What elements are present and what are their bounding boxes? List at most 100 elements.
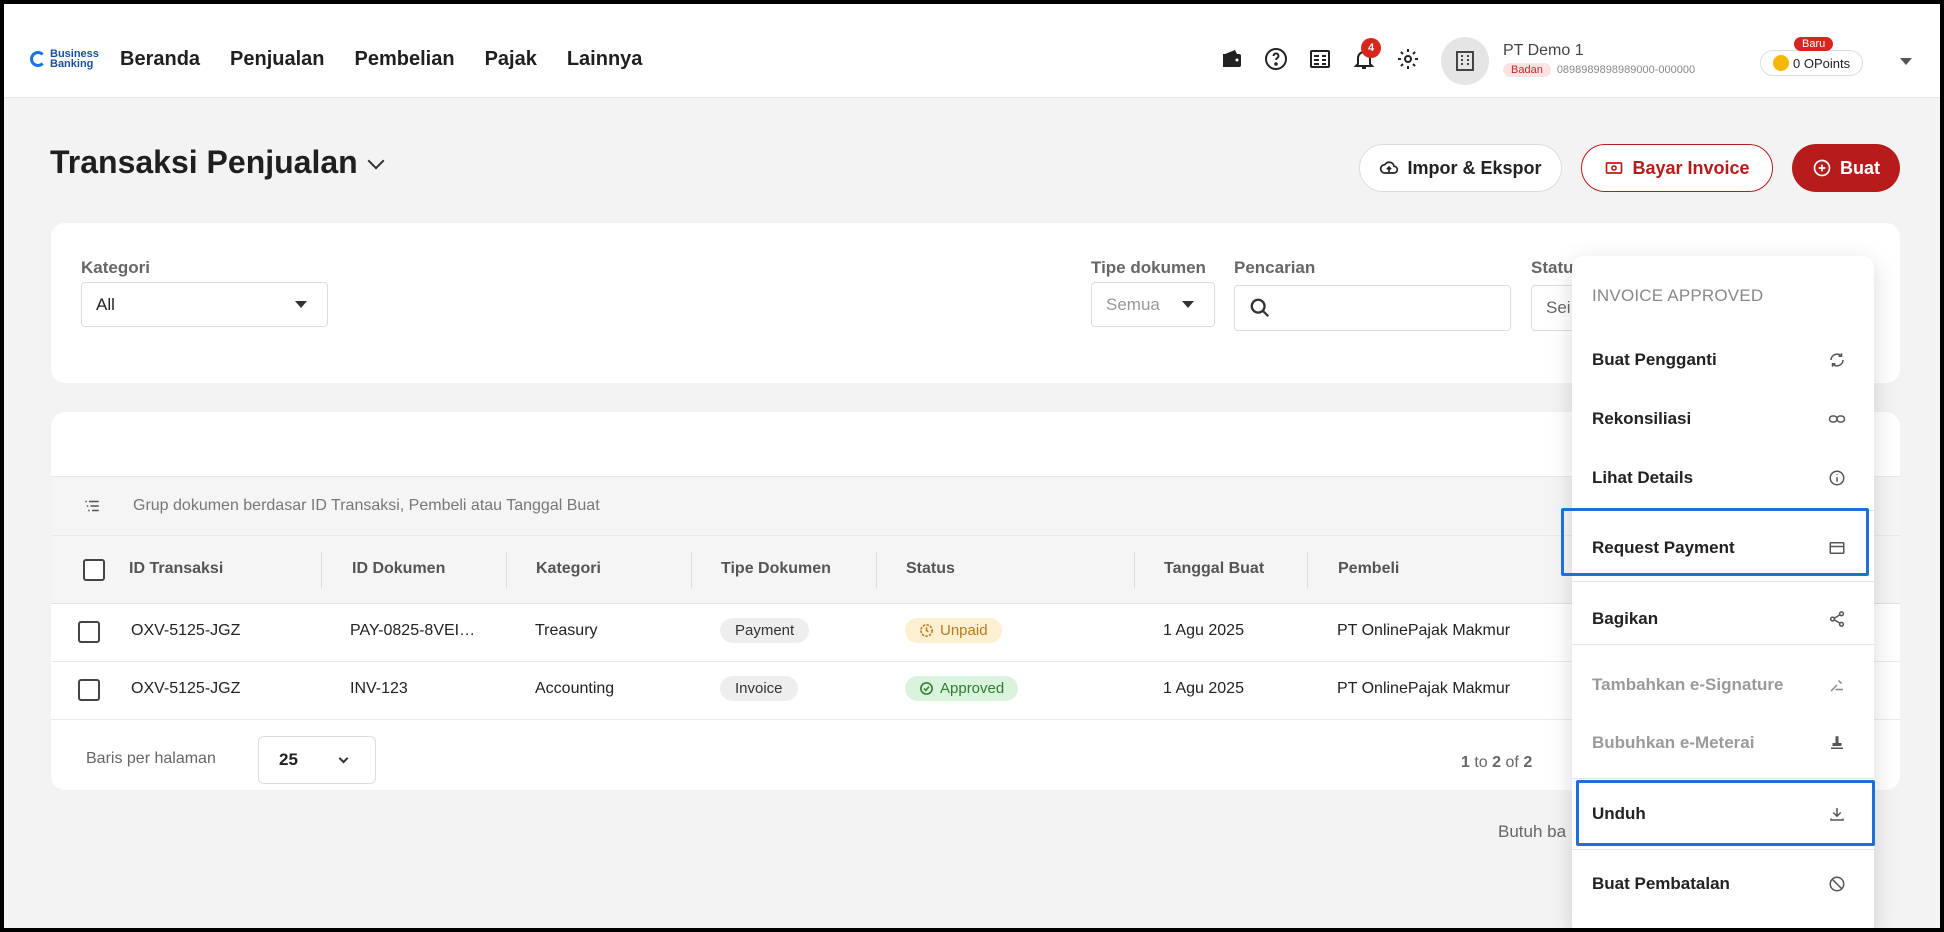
tipe-dokumen-select[interactable]: Semua xyxy=(1091,282,1215,327)
nav-beranda[interactable]: Beranda xyxy=(120,48,200,71)
cell-id-transaksi[interactable]: OXV-5125-JGZ xyxy=(131,622,240,640)
logo-line2: Banking xyxy=(50,58,94,70)
tax-document-icon[interactable] xyxy=(1307,46,1333,72)
create-label: Buat xyxy=(1840,157,1880,178)
status-badge: Approved xyxy=(905,676,1019,701)
caret-down-icon xyxy=(1182,301,1194,308)
kategori-select[interactable]: All xyxy=(81,282,328,327)
points-label: 0 OPoints xyxy=(1793,55,1851,71)
col-id-transaksi[interactable]: ID Transaksi xyxy=(129,560,223,578)
column-divider[interactable] xyxy=(1307,552,1308,588)
top-icon-group: 4 xyxy=(1219,38,1421,72)
cell-pembeli: PT OnlinePajak Makmur xyxy=(1337,622,1511,639)
points-pill[interactable]: 0 OPoints xyxy=(1760,50,1864,76)
cash-icon xyxy=(1606,162,1623,174)
cell-id-transaksi[interactable]: OXV-5125-JGZ xyxy=(131,680,240,698)
search-input[interactable] xyxy=(1234,285,1511,331)
menu-item-unduh[interactable]: Unduh xyxy=(1572,785,1874,843)
status-value: Sei xyxy=(1546,298,1571,317)
pager-total: 2 xyxy=(1523,754,1533,771)
col-tanggal-buat[interactable]: Tanggal Buat xyxy=(1164,560,1264,578)
menu-item-rekonsiliasi[interactable]: Rekonsiliasi xyxy=(1572,390,1874,448)
help-text[interactable]: Butuh ba xyxy=(1498,822,1566,842)
row-checkbox[interactable] xyxy=(78,621,100,643)
nav-lainnya[interactable]: Lainnya xyxy=(567,48,643,71)
column-divider[interactable] xyxy=(876,552,877,588)
coin-icon xyxy=(1773,55,1789,71)
clock-icon xyxy=(920,624,933,637)
cell-id-dokumen[interactable]: INV-123 xyxy=(350,680,408,698)
wallet-icon[interactable] xyxy=(1219,46,1245,72)
page-title[interactable]: Transaksi Penjualan xyxy=(50,144,385,181)
col-kategori[interactable]: Kategori xyxy=(536,560,601,578)
menu-item-buat-pembatalan[interactable]: Buat Pembatalan xyxy=(1572,855,1874,913)
menu-item-label: Bubuhkan e-Meterai xyxy=(1592,733,1755,752)
list-filter-icon xyxy=(85,500,99,512)
import-export-label: Impor & Ekspor xyxy=(1407,157,1542,178)
nav-pajak[interactable]: Pajak xyxy=(485,48,537,71)
menu-divider xyxy=(1572,849,1874,850)
notification-bell-icon[interactable]: 4 xyxy=(1351,38,1381,72)
menu-header: INVOICE APPROVED xyxy=(1592,286,1764,305)
tipe-dokumen-value: Semua xyxy=(1106,294,1160,314)
company-avatar[interactable] xyxy=(1441,37,1489,85)
caret-down-icon xyxy=(295,301,307,308)
help-icon[interactable] xyxy=(1263,46,1289,72)
cell-tanggal-buat: 1 Agu 2025 xyxy=(1163,622,1244,639)
col-id-dokumen[interactable]: ID Dokumen xyxy=(352,560,445,578)
cloud-upload-icon xyxy=(1380,161,1399,174)
menu-item-bagikan[interactable]: Bagikan xyxy=(1572,590,1874,648)
link-icon xyxy=(1828,415,1846,423)
info-icon xyxy=(1829,470,1845,486)
pagination-info: 1 to 2 of 2 xyxy=(1461,754,1532,772)
share-icon xyxy=(1829,611,1845,627)
doc-type-chip: Invoice xyxy=(720,676,798,701)
group-by-text: Grup dokumen berdasar ID Transaksi, Pemb… xyxy=(133,497,600,514)
menu-item-request-payment[interactable]: Request Payment xyxy=(1572,519,1874,577)
cell-kategori: Treasury xyxy=(535,622,598,639)
cell-pembeli: PT OnlinePajak Makmur xyxy=(1337,680,1511,697)
chevron-down-icon xyxy=(367,152,385,169)
nav-penjualan[interactable]: Penjualan xyxy=(230,48,324,71)
cell-kategori: Accounting xyxy=(535,680,615,697)
pay-invoice-button[interactable]: Bayar Invoice xyxy=(1581,144,1773,192)
column-divider[interactable] xyxy=(321,552,322,588)
business-banking-logo[interactable]: Business Banking xyxy=(30,49,99,70)
company-npwp: 0898989898989000-000000 xyxy=(1556,64,1696,76)
col-tipe-dokumen[interactable]: Tipe Dokumen xyxy=(721,560,831,578)
menu-item-lihat-details[interactable]: Lihat Details xyxy=(1572,449,1874,507)
row-checkbox[interactable] xyxy=(78,679,100,701)
select-all-checkbox[interactable] xyxy=(83,559,105,581)
pager-of-word: of xyxy=(1505,754,1519,771)
company-info[interactable]: PT Demo 1 Badan 0898989898989000-000000 xyxy=(1503,42,1695,77)
pager-from: 1 xyxy=(1461,754,1470,771)
download-icon xyxy=(1830,808,1844,821)
column-divider[interactable] xyxy=(506,552,507,588)
tipe-dokumen-label: Tipe dokumen xyxy=(1091,258,1206,277)
settings-gear-icon[interactable] xyxy=(1395,46,1421,72)
col-pembeli[interactable]: Pembeli xyxy=(1338,560,1399,578)
menu-item-label: Buat Pengganti xyxy=(1592,350,1717,369)
pencarian-label: Pencarian xyxy=(1234,258,1316,277)
rows-per-page-value: 25 xyxy=(279,750,298,769)
refresh-icon xyxy=(1830,353,1844,367)
menu-item-buat-pengganti[interactable]: Buat Pengganti xyxy=(1572,331,1874,389)
menu-divider xyxy=(1572,581,1874,582)
company-name: PT Demo 1 xyxy=(1503,42,1584,59)
pager-to-word: to xyxy=(1474,754,1488,771)
page-title-text: Transaksi Penjualan xyxy=(50,144,358,180)
rows-per-page-select[interactable]: 25 xyxy=(258,736,376,784)
kategori-label: Kategori xyxy=(81,258,150,277)
col-status[interactable]: Status xyxy=(906,560,955,578)
menu-item-label: Bagikan xyxy=(1592,609,1659,628)
kategori-value: All xyxy=(96,294,115,314)
cell-id-dokumen[interactable]: PAY-0825-8VEI… xyxy=(350,622,475,640)
create-button[interactable]: Buat xyxy=(1792,144,1900,192)
column-divider[interactable] xyxy=(1134,552,1135,588)
import-export-button[interactable]: Impor & Ekspor xyxy=(1359,144,1562,192)
menu-item-tambahkan-e-signature: Tambahkan e-Signature xyxy=(1572,656,1874,714)
stamp-icon xyxy=(1831,736,1843,749)
column-divider[interactable] xyxy=(691,552,692,588)
nav-pembelian[interactable]: Pembelian xyxy=(355,48,455,71)
account-chevron-down-icon[interactable] xyxy=(1900,58,1912,65)
